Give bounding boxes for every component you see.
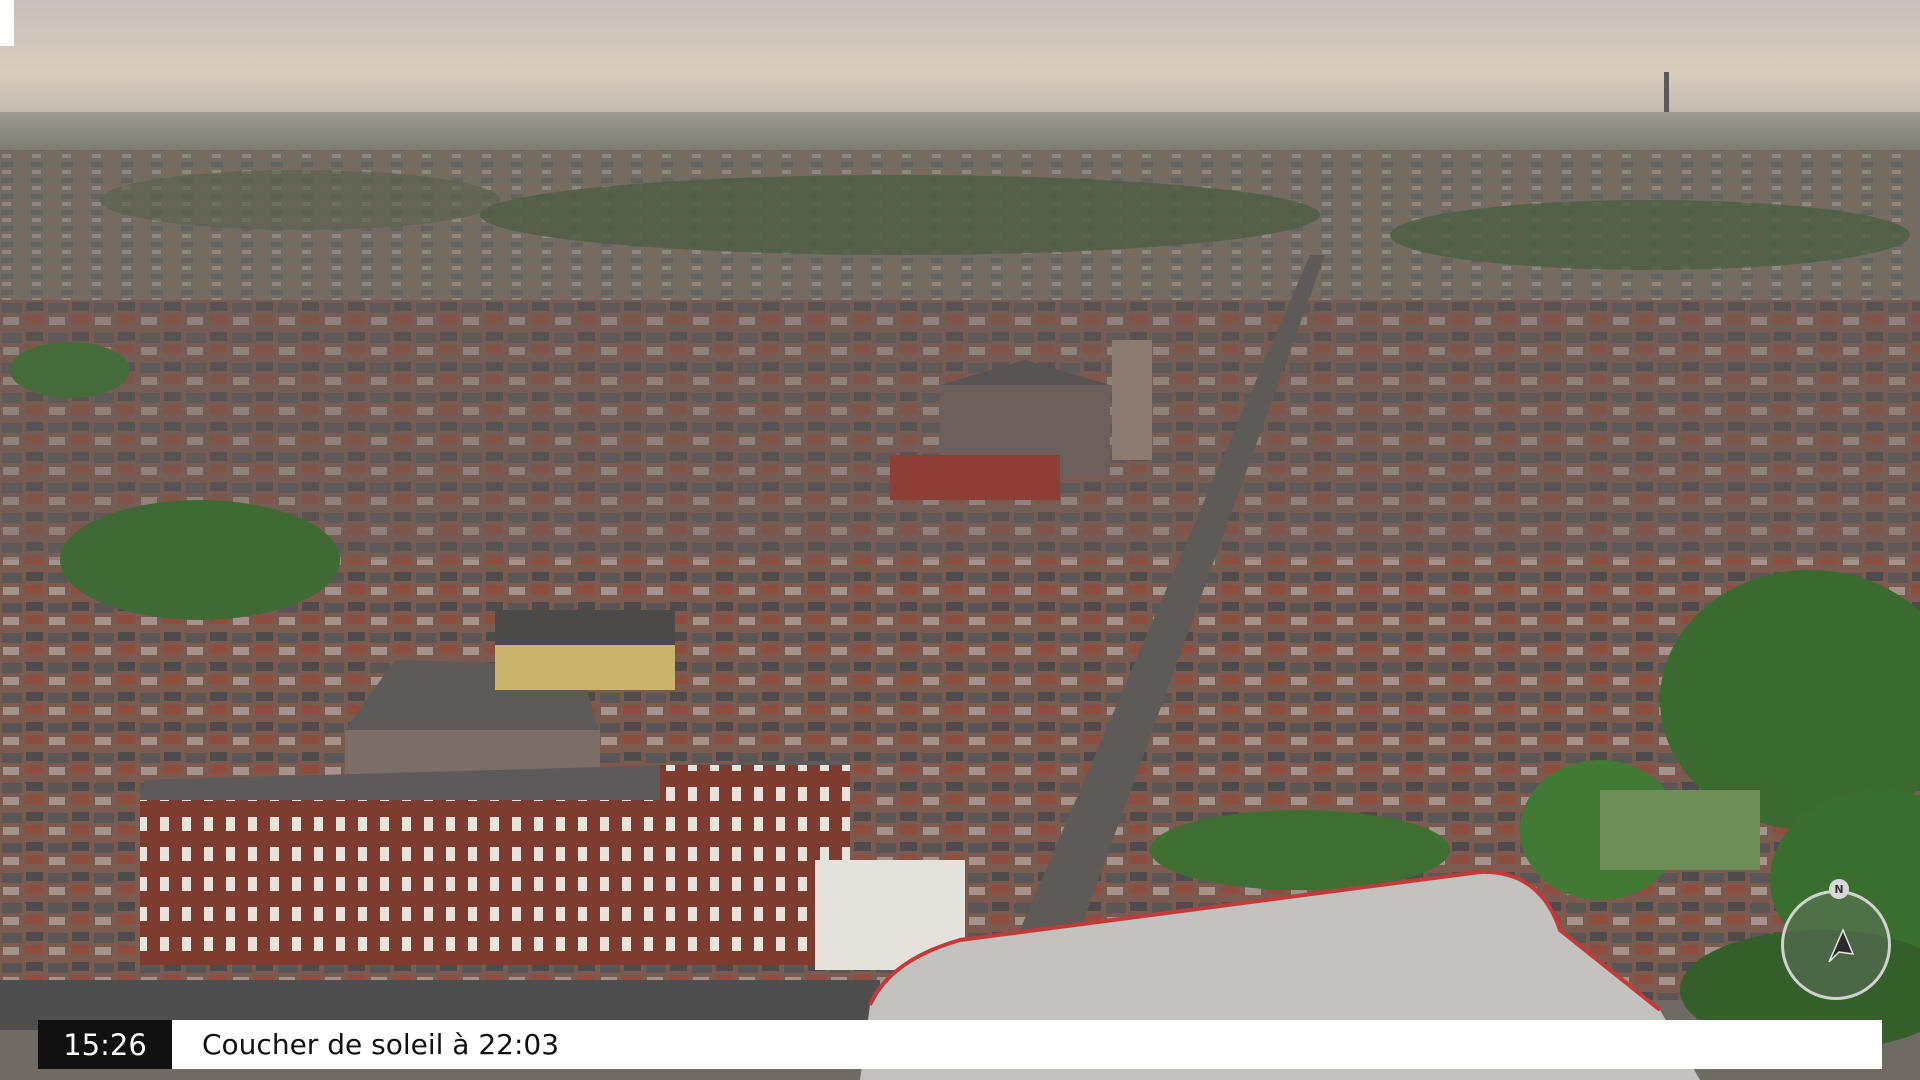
- sunset-info: Coucher de soleil à 22:03: [172, 1020, 1882, 1069]
- current-time: 15:26: [38, 1020, 172, 1069]
- compass-icon: [1828, 928, 1855, 963]
- info-overlay-bar: 15:26 Coucher de soleil à 22:03: [38, 1020, 1882, 1069]
- compass-north-label: N: [1829, 879, 1849, 899]
- aerial-city-image: [0, 0, 1920, 1080]
- compass-button[interactable]: N: [1781, 879, 1891, 1000]
